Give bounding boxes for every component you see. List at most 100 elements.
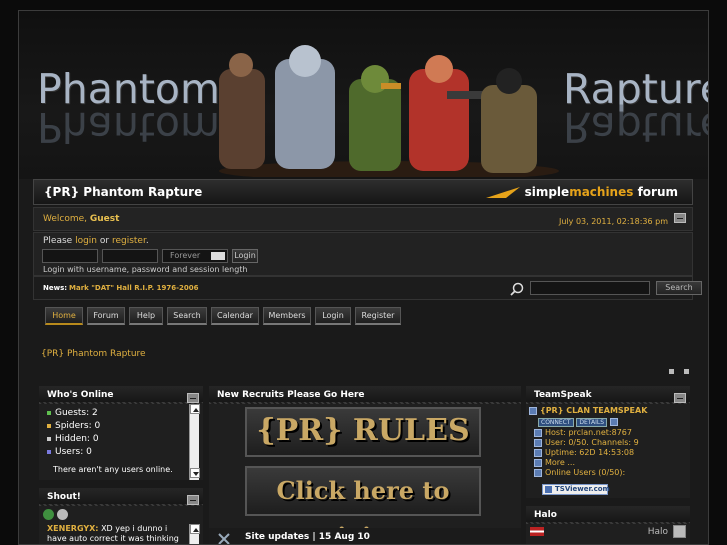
collapse-header-button[interactable] (674, 213, 686, 223)
please-text: Please (43, 236, 76, 246)
hidden-text: Hidden: 0 (55, 434, 99, 444)
site-updates-header: Site updates | 15 Aug 10 (209, 528, 521, 544)
search-button[interactable]: Search (656, 281, 702, 295)
rules-banner[interactable]: {PR} RULES (245, 407, 481, 457)
session-length-box (211, 252, 225, 260)
us-flag-icon (530, 527, 544, 536)
forum-breadcrumb[interactable]: {PR} Phantom Rapture (41, 349, 146, 359)
session-length-value: Forever (170, 251, 201, 260)
shout-message: XENERGYX: XD yep i dunno i have auto cor… (47, 524, 187, 544)
smf-logo-bold: machines (569, 185, 634, 199)
ts-more: More ... (545, 458, 576, 467)
register-link[interactable]: register (112, 236, 146, 246)
menu-register[interactable]: Register (355, 307, 401, 325)
ts-online-icon (534, 468, 542, 477)
spiders-text: Spiders: 0 (55, 421, 101, 431)
spiders-line: Spiders: 0 (47, 421, 100, 431)
users-dot-icon (47, 449, 51, 454)
whos-online-collapse[interactable] (187, 393, 199, 403)
login-bar: Please login or register. Forever Login … (33, 232, 693, 276)
soldiers-artwork (219, 45, 559, 177)
ts-host-line: Host: prclan.net:8767 (534, 428, 632, 437)
menu-search[interactable]: Search (167, 307, 207, 325)
smf-logo[interactable]: simplemachines forum (486, 185, 678, 199)
session-length-select[interactable]: Forever (162, 249, 228, 263)
site-updates-title[interactable]: Site updates | 15 Aug 10 (245, 532, 370, 542)
ts-users-line: User: 0/50. Channels: 9 (534, 438, 639, 447)
menu-calendar[interactable]: Calendar (211, 307, 259, 325)
join-banner[interactable]: Click here to join (245, 466, 481, 544)
period-text: . (145, 236, 149, 246)
site-title: {PR} Phantom Rapture (44, 185, 203, 199)
ts-uptime: Uptime: 62D 14:53:08 (545, 448, 635, 457)
tsviewer-badge[interactable]: TSViewer.com (542, 484, 610, 495)
ts-server-line[interactable]: {PR} CLAN TEAMSPEAK (529, 406, 647, 415)
halo-avatar[interactable] (673, 525, 686, 538)
search-icon (510, 282, 524, 296)
tsviewer-icon (545, 486, 552, 493)
refresh-icon[interactable] (43, 509, 54, 520)
teamspeak-collapse[interactable] (674, 393, 686, 403)
news-bar: News: Mark "DAT" Hall R.I.P. 1976-2006 S… (33, 276, 702, 300)
ts-details-button[interactable]: DETAILS (576, 418, 608, 427)
collapse-left-square[interactable] (669, 369, 674, 374)
ts-host: Host: prclan.net:8767 (545, 428, 632, 437)
logo-reflection-left: Phantom (37, 103, 220, 151)
login-prompt: Please login or register. (43, 236, 149, 246)
logo-reflection-right: Rapture (563, 103, 709, 151)
smf-logo-prefix: simple (524, 185, 570, 199)
search-input[interactable] (530, 281, 650, 295)
shout-collapse[interactable] (187, 495, 199, 505)
user-bar: Welcome, Guest July 03, 2011, 02:18:36 p… (33, 207, 693, 231)
shout-user: XENERGYX: (47, 524, 99, 533)
ts-host-icon (534, 428, 542, 437)
menu-members[interactable]: Members (263, 307, 311, 325)
teamspeak-header: TeamSpeak (526, 386, 690, 404)
shout-scrollbar[interactable] (189, 524, 200, 544)
menu-login[interactable]: Login (315, 307, 351, 325)
ts-uptime-line: Uptime: 62D 14:53:08 (534, 448, 634, 457)
login-link[interactable]: login (75, 236, 97, 246)
halo-header: Halo (526, 506, 690, 524)
password-input[interactable] (102, 249, 158, 263)
halo-title: Halo (534, 510, 557, 520)
username-input[interactable] (42, 249, 98, 263)
tools-icon (218, 533, 230, 544)
scroll-down-icon[interactable] (190, 468, 200, 478)
shout-scroll-up-icon[interactable] (190, 524, 200, 534)
smf-logo-suffix: forum (633, 185, 678, 199)
menu-forum[interactable]: Forum (87, 307, 125, 325)
shout-header: Shout! (39, 488, 203, 506)
shout-title: Shout! (47, 492, 81, 502)
tsviewer-text: TSViewer.com (555, 485, 610, 493)
welcome-text: Welcome, Guest (43, 214, 119, 224)
menu-home[interactable]: Home (45, 307, 83, 325)
news-label: News: (43, 284, 68, 292)
header-banner: Phantom Phantom Rapture Rapture (19, 11, 709, 179)
whos-online-header: Who's Online (39, 386, 203, 404)
teamspeak-panel: {PR} CLAN TEAMSPEAK CONNECT DETAILS Host… (526, 404, 690, 498)
spiders-dot-icon (47, 423, 51, 428)
guests-dot-icon (47, 410, 51, 415)
welcome-prefix: Welcome, (43, 214, 90, 224)
login-button[interactable]: Login (232, 249, 258, 263)
ts-buttons: CONNECT DETAILS (538, 417, 621, 427)
scroll-up-icon[interactable] (190, 404, 200, 414)
menu-help[interactable]: Help (129, 307, 163, 325)
ts-server-icon (529, 406, 537, 415)
smiley-icon[interactable] (57, 509, 68, 520)
site-title-bar: {PR} Phantom Rapture simplemachines foru… (33, 179, 693, 205)
shout-panel: XENERGYX: XD yep i dunno i have auto cor… (39, 506, 203, 544)
ts-more-line[interactable]: More ... (534, 458, 575, 467)
guests-text: Guests: 2 (55, 408, 98, 418)
news-text: Mark "DAT" Hall R.I.P. 1976-2006 (69, 284, 199, 292)
ts-users-icon (534, 438, 542, 447)
collapse-right-square[interactable] (684, 369, 689, 374)
whos-online-title: Who's Online (47, 390, 114, 400)
ts-connect-button[interactable]: CONNECT (538, 418, 574, 427)
whos-online-scrollbar[interactable] (189, 404, 200, 480)
hidden-dot-icon (47, 436, 51, 441)
recruits-title: New Recruits Please Go Here (217, 390, 365, 400)
ts-info-icon[interactable] (609, 417, 618, 426)
users-text: Users: 0 (55, 447, 92, 457)
